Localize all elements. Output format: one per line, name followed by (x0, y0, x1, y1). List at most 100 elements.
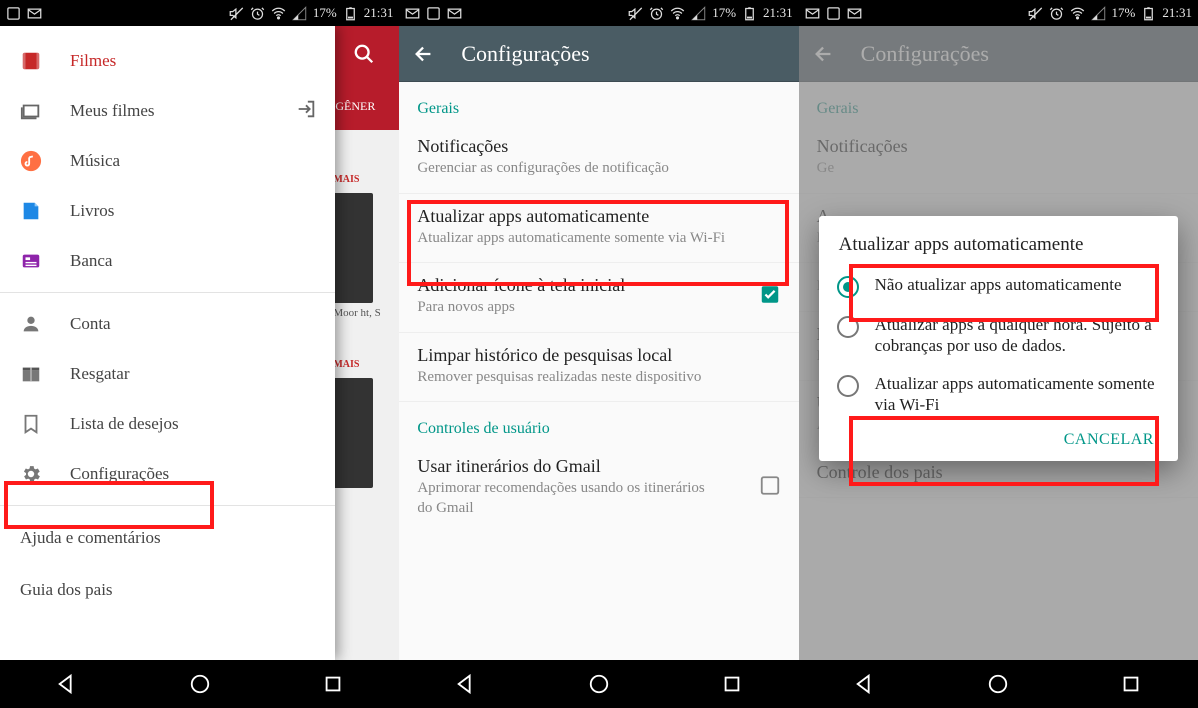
android-nav-bar (399, 660, 798, 708)
drawer-item-banca[interactable]: Banca (0, 236, 335, 286)
radio-label: Atualizar apps a qualquer hora. Sujeito … (875, 314, 1160, 357)
battery-icon (1141, 6, 1156, 21)
drawer-label: Resgatar (70, 364, 129, 384)
home-nav-icon[interactable] (987, 673, 1009, 695)
drawer-label: Música (70, 151, 120, 171)
newsstand-icon (20, 250, 42, 272)
setting-clear-history[interactable]: Limpar histórico de pesquisas local Remo… (399, 333, 798, 403)
setting-subtitle: Atualizar apps automaticamente somente v… (417, 229, 780, 249)
drawer-item-musica[interactable]: Música (0, 136, 335, 186)
drawer-label: Meus filmes (70, 101, 155, 121)
radio-option-always[interactable]: Atualizar apps a qualquer hora. Sujeito … (833, 306, 1164, 365)
setting-subtitle: Para novos apps (417, 298, 780, 318)
drawer-item-guia-pais[interactable]: Guia dos pais (0, 564, 335, 616)
drawer-item-lista-desejos[interactable]: Lista de desejos (0, 399, 335, 449)
android-nav-bar (0, 660, 399, 708)
signal-icon (292, 6, 307, 21)
navigation-drawer: Filmes Meus filmes Música (0, 26, 335, 660)
movies-icon (20, 50, 42, 72)
radio-icon (837, 316, 859, 338)
back-nav-icon[interactable] (56, 673, 78, 695)
radio-option-wifi[interactable]: Atualizar apps automaticamente somente v… (833, 365, 1164, 424)
back-arrow-icon[interactable] (413, 43, 435, 65)
drawer-item-filmes[interactable]: Filmes (0, 36, 335, 86)
drawer-label: Guia dos pais (20, 580, 113, 599)
back-nav-icon[interactable] (455, 673, 477, 695)
screenshot-icon (826, 6, 841, 21)
signal-icon (1091, 6, 1106, 21)
setting-subtitle: Remover pesquisas realizadas neste dispo… (417, 368, 780, 388)
clock-text: 21:31 (1162, 5, 1192, 21)
drawer-item-configuracoes[interactable]: Configurações (0, 449, 335, 499)
wifi-icon (271, 6, 286, 21)
movie-thumbnail[interactable] (333, 193, 373, 303)
recents-nav-icon[interactable] (1120, 673, 1142, 695)
link-mais[interactable]: MAIS (333, 359, 395, 370)
books-icon (20, 200, 42, 222)
mute-icon (229, 6, 244, 21)
background-app-peek: GÊNER MAIS Moor ht, S MAIS (329, 26, 399, 660)
drawer-label: Livros (70, 201, 114, 221)
mail-icon (405, 6, 420, 21)
checkbox-checked-icon[interactable] (759, 284, 781, 311)
setting-label: Limpar histórico de pesquisas local (417, 345, 780, 366)
drawer-label: Lista de desejos (70, 414, 179, 434)
drawer-item-meus-filmes[interactable]: Meus filmes (0, 86, 335, 136)
setting-add-icon[interactable]: Adicionar ícone à tela inicial Para novo… (399, 263, 798, 333)
back-nav-icon[interactable] (854, 673, 876, 695)
search-icon[interactable] (353, 43, 375, 65)
app-bar: Configurações (399, 26, 798, 82)
drawer-label: Conta (70, 314, 111, 334)
radio-icon (837, 375, 859, 397)
alarm-icon (1049, 6, 1064, 21)
setting-label: Atualizar apps automaticamente (417, 206, 780, 227)
gear-icon (20, 463, 42, 485)
mail-icon (805, 6, 820, 21)
setting-auto-update[interactable]: Atualizar apps automaticamente Atualizar… (399, 194, 798, 264)
setting-label: Notificações (417, 136, 780, 157)
drawer-item-resgatar[interactable]: Resgatar (0, 349, 335, 399)
battery-icon (343, 6, 358, 21)
gmail-icon (447, 6, 462, 21)
drawer-label: Configurações (70, 464, 169, 484)
status-bar: 17% 21:31 (0, 0, 399, 26)
drawer-label: Banca (70, 251, 112, 271)
exit-icon (295, 98, 317, 125)
radio-option-none[interactable]: Não atualizar apps automaticamente (833, 266, 1164, 306)
mute-icon (1028, 6, 1043, 21)
status-bar: 17% 21:31 (399, 0, 798, 26)
phone-1-drawer-screen: 17% 21:31 GÊNER MAIS Moor ht, S MAIS (0, 0, 399, 708)
section-header-controles: Controles de usuário (399, 402, 798, 444)
setting-subtitle: Aprimorar recomendações usando os itiner… (417, 479, 717, 518)
tab-genero[interactable]: GÊNER (335, 99, 375, 114)
link-mais[interactable]: MAIS (333, 174, 395, 185)
radio-label: Atualizar apps automaticamente somente v… (875, 373, 1160, 416)
movie-thumbnail[interactable] (333, 378, 373, 488)
page-title: Configurações (461, 41, 589, 67)
clock-text: 21:31 (364, 5, 394, 21)
recents-nav-icon[interactable] (721, 673, 743, 695)
battery-text: 17% (712, 5, 736, 21)
setting-gmail-itin[interactable]: Usar itinerários do Gmail Aprimorar reco… (399, 444, 798, 532)
cancel-button[interactable]: CANCELAR (1064, 431, 1154, 448)
signal-icon (691, 6, 706, 21)
checkbox-unchecked-icon[interactable] (759, 475, 781, 502)
drawer-item-conta[interactable]: Conta (0, 299, 335, 349)
home-nav-icon[interactable] (189, 673, 211, 695)
recents-nav-icon[interactable] (322, 673, 344, 695)
drawer-item-livros[interactable]: Livros (0, 186, 335, 236)
setting-notificacoes[interactable]: Notificações Gerenciar as configurações … (399, 124, 798, 194)
alarm-icon (250, 6, 265, 21)
alarm-icon (649, 6, 664, 21)
dialog-title: Atualizar apps automaticamente (833, 234, 1164, 256)
home-nav-icon[interactable] (588, 673, 610, 695)
drawer-item-ajuda[interactable]: Ajuda e comentários (0, 512, 335, 564)
android-nav-bar (799, 660, 1198, 708)
wishlist-icon (20, 413, 42, 435)
radio-icon (837, 276, 859, 298)
mute-icon (628, 6, 643, 21)
setting-subtitle: Gerenciar as configurações de notificaçã… (417, 159, 780, 179)
drawer-label: Ajuda e comentários (20, 528, 161, 547)
radio-label: Não atualizar apps automaticamente (875, 274, 1122, 295)
auto-update-dialog: Atualizar apps automaticamente Não atual… (819, 216, 1178, 461)
